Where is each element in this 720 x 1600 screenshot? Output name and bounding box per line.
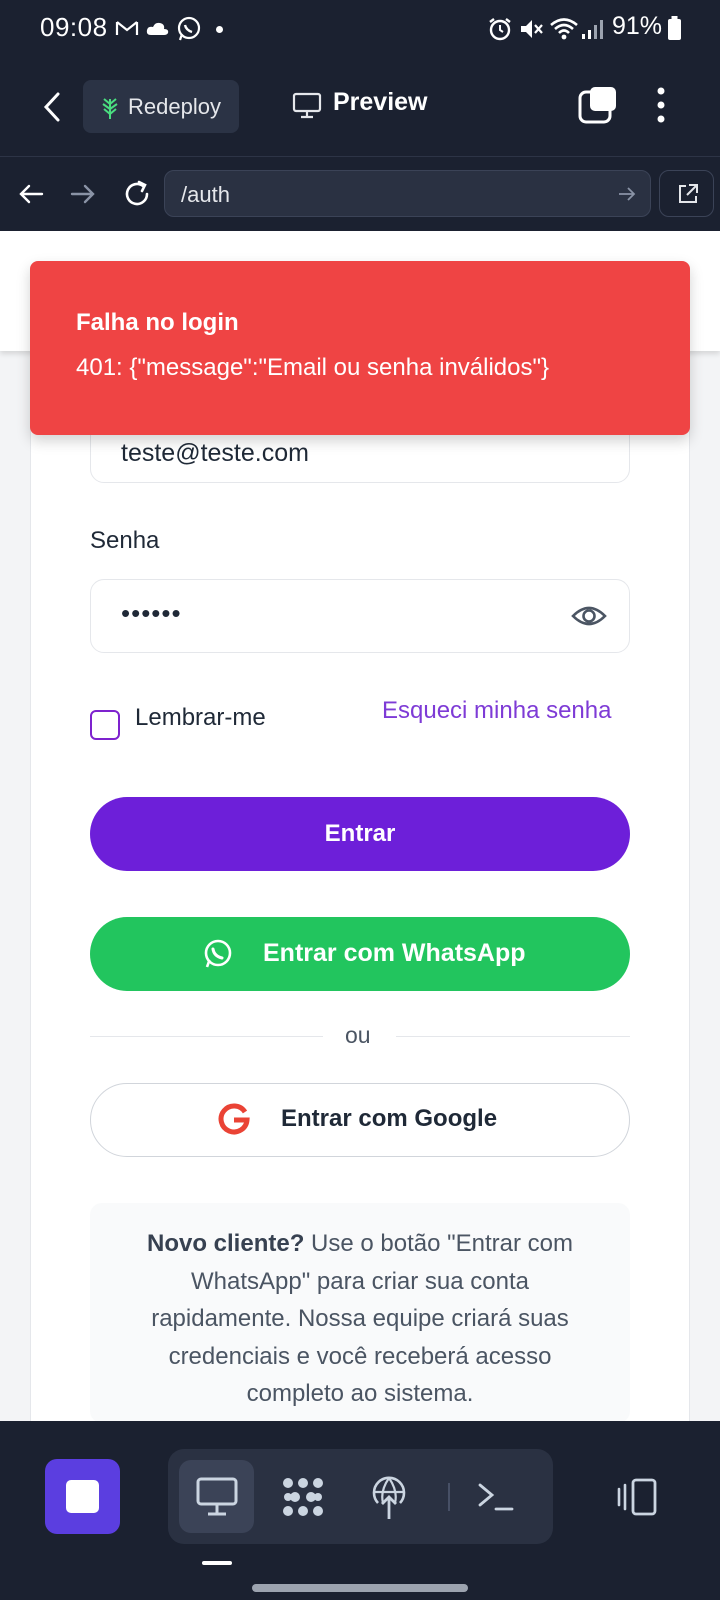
device-toggle-icon[interactable]: [615, 1477, 661, 1517]
wifi-icon: [549, 16, 579, 42]
reload-icon[interactable]: [122, 179, 152, 209]
battery-icon: [668, 16, 681, 40]
whatsapp-login-label: Entrar com WhatsApp: [263, 939, 526, 967]
redeploy-label: Redeploy: [128, 94, 221, 119]
terminal-icon[interactable]: [476, 1479, 516, 1515]
monitor-icon: [292, 92, 322, 120]
tree-icon: [99, 94, 121, 120]
whatsapp-login-button[interactable]: Entrar com WhatsApp: [90, 917, 630, 991]
redeploy-button[interactable]: Redeploy: [83, 80, 239, 133]
google-icon: [218, 1103, 250, 1135]
tabs-icon[interactable]: [578, 86, 618, 124]
remember-checkbox[interactable]: [90, 710, 120, 740]
divider-line: [396, 1036, 630, 1037]
url-input[interactable]: /auth: [164, 170, 651, 217]
new-client-info-text: Novo cliente? Use o botão "Entrar com Wh…: [120, 1225, 600, 1413]
browser-back-icon[interactable]: [18, 182, 44, 206]
toast-message: 401: {"message":"Email ou senha inválido…: [76, 354, 550, 381]
google-login-button[interactable]: Entrar com Google: [90, 1083, 630, 1157]
status-bar: 09:08 91%: [0, 0, 720, 58]
whatsapp-icon: [202, 938, 234, 970]
password-field[interactable]: ••••••: [90, 579, 630, 653]
deploy-globe-icon[interactable]: [370, 1475, 408, 1521]
error-toast[interactable]: Falha no login 401: {"message":"Email ou…: [30, 261, 690, 435]
eye-icon[interactable]: [571, 602, 607, 630]
stop-icon: [66, 1480, 99, 1513]
external-link-icon: [676, 182, 700, 206]
monitor-icon: [196, 1477, 238, 1517]
alarm-icon: [487, 16, 513, 42]
password-value: ••••••: [121, 598, 182, 628]
remember-label[interactable]: Lembrar-me: [135, 704, 266, 732]
tool-preview-button[interactable]: [179, 1460, 254, 1533]
divider-text: ou: [345, 1022, 371, 1048]
password-label: Senha: [90, 527, 160, 554]
bottom-toolbar: [0, 1421, 720, 1600]
signal-icon: [581, 16, 605, 42]
toolbar-separator: [448, 1483, 450, 1511]
notification-dot-icon: [216, 26, 223, 33]
tab-indicator: [202, 1561, 232, 1565]
workflow-icon[interactable]: [280, 1475, 326, 1519]
new-client-info-bold: Novo cliente?: [147, 1230, 305, 1257]
status-time: 09:08: [40, 12, 108, 42]
forgot-password-link[interactable]: Esqueci minha senha: [382, 697, 611, 725]
whatsapp-status-icon: [176, 16, 202, 42]
email-value: teste@teste.com: [121, 439, 309, 467]
back-arrow-icon[interactable]: [40, 91, 64, 123]
toast-title: Falha no login: [76, 309, 239, 336]
browser-forward-icon[interactable]: [70, 182, 96, 206]
gmail-icon: [115, 16, 139, 40]
new-client-info-box: Novo cliente? Use o botão "Entrar com Wh…: [90, 1203, 630, 1421]
url-text: /auth: [181, 182, 230, 207]
gesture-bar[interactable]: [252, 1584, 468, 1592]
login-button[interactable]: Entrar: [90, 797, 630, 871]
mute-icon: [518, 16, 544, 42]
more-menu-icon[interactable]: [656, 87, 666, 123]
open-external-button[interactable]: [659, 170, 714, 217]
google-login-label: Entrar com Google: [281, 1105, 498, 1132]
app-header: Redeploy Preview: [0, 58, 720, 156]
stop-button[interactable]: [45, 1459, 120, 1534]
go-arrow-icon[interactable]: [618, 186, 636, 202]
tool-group: [168, 1449, 553, 1544]
battery-percent: 91%: [612, 12, 663, 40]
weather-icon: [145, 16, 171, 40]
preview-title[interactable]: Preview: [333, 88, 428, 117]
url-bar: /auth: [0, 156, 720, 231]
divider-line: [90, 1036, 323, 1037]
